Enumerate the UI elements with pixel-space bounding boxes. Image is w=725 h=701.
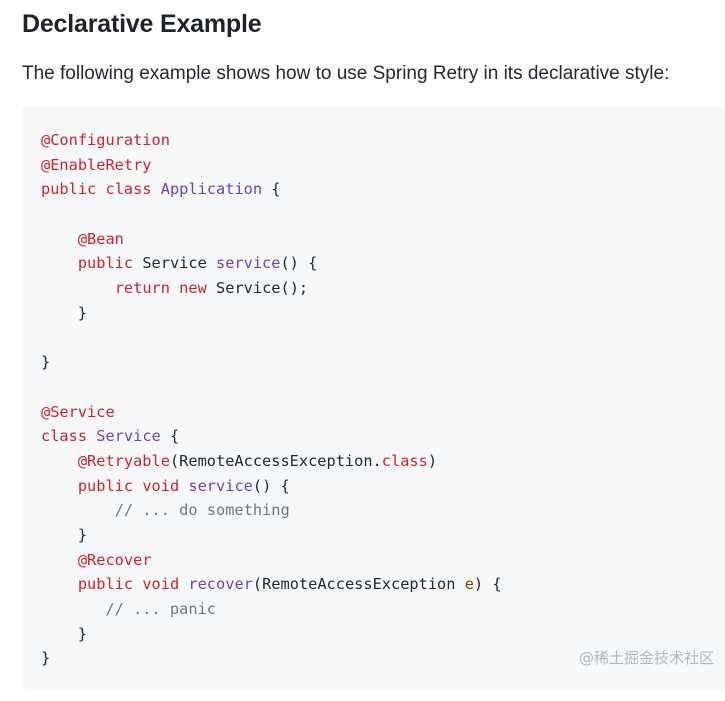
- code-token: }: [41, 526, 88, 544]
- code-token: (RemoteAccessException: [252, 575, 465, 594]
- code-line: @Retryable(RemoteAccessException.class): [41, 449, 502, 474]
- code-token: @Retryable: [77, 451, 170, 470]
- code-token: return: [114, 279, 170, 298]
- code-token: @Recover: [77, 550, 152, 569]
- code-line: @EnableRetry: [41, 153, 502, 178]
- code-token: public: [77, 575, 134, 594]
- code-token: Service();: [206, 279, 309, 298]
- code-line: @Configuration: [41, 128, 502, 153]
- code-token: Application: [160, 180, 263, 199]
- code-token: () {: [280, 254, 318, 273]
- code-line: }: [41, 350, 502, 375]
- watermark: @稀土掘金技术社区: [578, 649, 714, 667]
- code-token: // ... do something: [114, 501, 290, 520]
- code-token: }: [41, 624, 88, 643]
- code-line: }: [41, 301, 502, 326]
- code-token: service: [188, 476, 253, 495]
- code-line: return new Service();: [41, 276, 502, 301]
- code-token: Service: [133, 254, 216, 273]
- code-line: public Service service() {: [41, 251, 502, 276]
- code-line: }: [41, 622, 502, 647]
- code-token: }: [41, 303, 88, 322]
- code-token: e: [464, 575, 474, 594]
- code-token: public: [77, 476, 134, 495]
- code-token: class: [41, 427, 88, 446]
- code-token: ): [427, 451, 438, 470]
- code-token: new: [179, 279, 207, 298]
- code-block[interactable]: @Configuration @EnableRetry public class A…: [22, 107, 725, 690]
- code-token: {: [160, 427, 180, 446]
- code-token: () {: [252, 476, 290, 495]
- code-token: void: [142, 575, 180, 594]
- code-token: service: [216, 254, 281, 273]
- code-token: }: [41, 353, 51, 372]
- code-token: // ... panic: [105, 600, 216, 619]
- code-line: public void service() {: [41, 474, 502, 499]
- code-token: recover: [188, 575, 253, 594]
- code-content[interactable]: @Configuration @EnableRetry public class A…: [41, 128, 502, 671]
- code-token: @Configuration: [41, 131, 170, 149]
- code-token: @Service: [41, 402, 115, 421]
- code-line: @Bean: [41, 227, 502, 252]
- code-line: public void recover(RemoteAccessExceptio…: [41, 572, 502, 597]
- section-heading: Declarative Example: [22, 10, 262, 38]
- code-line: // ... do something: [41, 498, 502, 523]
- code-token: @Bean: [77, 229, 124, 248]
- code-line: @Recover: [41, 548, 502, 573]
- code-token: class: [105, 180, 152, 199]
- code-line: // ... panic: [41, 597, 502, 622]
- code-token: public: [77, 254, 134, 273]
- code-line: }: [41, 646, 502, 671]
- code-token: class: [381, 451, 428, 470]
- code-token: {: [262, 180, 281, 199]
- code-token: Service: [96, 427, 161, 446]
- code-token: void: [142, 476, 180, 495]
- code-token: ) {: [473, 575, 502, 594]
- code-line: class Service {: [41, 424, 502, 449]
- code-token: }: [41, 649, 51, 668]
- code-token: public: [41, 180, 97, 199]
- code-line: @Service: [41, 400, 502, 425]
- code-token: (RemoteAccessException.: [169, 451, 382, 470]
- code-token: @EnableRetry: [41, 155, 152, 174]
- intro-paragraph: The following example shows how to use S…: [22, 63, 670, 84]
- code-line: public class Application {: [41, 177, 502, 202]
- code-line: }: [41, 523, 502, 548]
